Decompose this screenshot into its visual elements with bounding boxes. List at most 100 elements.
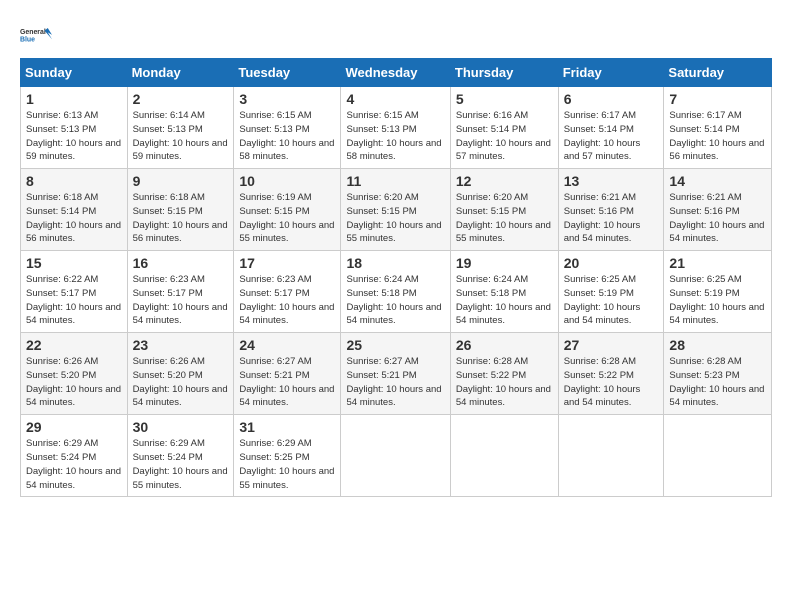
day-number: 11 bbox=[346, 173, 444, 189]
calendar-day-cell: 20 Sunrise: 6:25 AMSunset: 5:19 PMDaylig… bbox=[558, 251, 664, 333]
day-number: 19 bbox=[456, 255, 553, 271]
day-number: 22 bbox=[26, 337, 122, 353]
calendar-day-cell: 19 Sunrise: 6:24 AMSunset: 5:18 PMDaylig… bbox=[450, 251, 558, 333]
calendar-day-cell: 14 Sunrise: 6:21 AMSunset: 5:16 PMDaylig… bbox=[664, 169, 772, 251]
day-info: Sunrise: 6:14 AMSunset: 5:13 PMDaylight:… bbox=[133, 110, 228, 162]
day-number: 20 bbox=[564, 255, 659, 271]
calendar-day-cell: 18 Sunrise: 6:24 AMSunset: 5:18 PMDaylig… bbox=[341, 251, 450, 333]
day-info: Sunrise: 6:27 AMSunset: 5:21 PMDaylight:… bbox=[346, 356, 441, 408]
day-info: Sunrise: 6:16 AMSunset: 5:14 PMDaylight:… bbox=[456, 110, 551, 162]
calendar-day-cell: 31 Sunrise: 6:29 AMSunset: 5:25 PMDaylig… bbox=[234, 415, 341, 497]
logo: General Blue bbox=[20, 20, 52, 52]
calendar-day-cell bbox=[558, 415, 664, 497]
day-info: Sunrise: 6:20 AMSunset: 5:15 PMDaylight:… bbox=[456, 192, 551, 244]
calendar-day-cell: 17 Sunrise: 6:23 AMSunset: 5:17 PMDaylig… bbox=[234, 251, 341, 333]
day-info: Sunrise: 6:22 AMSunset: 5:17 PMDaylight:… bbox=[26, 274, 121, 326]
day-number: 17 bbox=[239, 255, 335, 271]
calendar-day-cell: 24 Sunrise: 6:27 AMSunset: 5:21 PMDaylig… bbox=[234, 333, 341, 415]
day-info: Sunrise: 6:29 AMSunset: 5:25 PMDaylight:… bbox=[239, 438, 334, 490]
weekday-header-cell: Thursday bbox=[450, 59, 558, 87]
calendar-day-cell: 27 Sunrise: 6:28 AMSunset: 5:22 PMDaylig… bbox=[558, 333, 664, 415]
calendar-day-cell: 15 Sunrise: 6:22 AMSunset: 5:17 PMDaylig… bbox=[21, 251, 128, 333]
calendar-week-row: 8 Sunrise: 6:18 AMSunset: 5:14 PMDayligh… bbox=[21, 169, 772, 251]
calendar-body: 1 Sunrise: 6:13 AMSunset: 5:13 PMDayligh… bbox=[21, 87, 772, 497]
day-info: Sunrise: 6:19 AMSunset: 5:15 PMDaylight:… bbox=[239, 192, 334, 244]
day-info: Sunrise: 6:23 AMSunset: 5:17 PMDaylight:… bbox=[133, 274, 228, 326]
day-number: 28 bbox=[669, 337, 766, 353]
day-info: Sunrise: 6:24 AMSunset: 5:18 PMDaylight:… bbox=[346, 274, 441, 326]
day-number: 12 bbox=[456, 173, 553, 189]
day-number: 14 bbox=[669, 173, 766, 189]
day-number: 6 bbox=[564, 91, 659, 107]
day-number: 25 bbox=[346, 337, 444, 353]
day-number: 10 bbox=[239, 173, 335, 189]
calendar-week-row: 1 Sunrise: 6:13 AMSunset: 5:13 PMDayligh… bbox=[21, 87, 772, 169]
day-info: Sunrise: 6:29 AMSunset: 5:24 PMDaylight:… bbox=[26, 438, 121, 490]
calendar-day-cell: 29 Sunrise: 6:29 AMSunset: 5:24 PMDaylig… bbox=[21, 415, 128, 497]
calendar-day-cell: 12 Sunrise: 6:20 AMSunset: 5:15 PMDaylig… bbox=[450, 169, 558, 251]
day-number: 21 bbox=[669, 255, 766, 271]
calendar-table: SundayMondayTuesdayWednesdayThursdayFrid… bbox=[20, 58, 772, 497]
day-info: Sunrise: 6:18 AMSunset: 5:15 PMDaylight:… bbox=[133, 192, 228, 244]
day-number: 3 bbox=[239, 91, 335, 107]
day-info: Sunrise: 6:17 AMSunset: 5:14 PMDaylight:… bbox=[564, 110, 641, 162]
calendar-week-row: 15 Sunrise: 6:22 AMSunset: 5:17 PMDaylig… bbox=[21, 251, 772, 333]
day-info: Sunrise: 6:25 AMSunset: 5:19 PMDaylight:… bbox=[564, 274, 641, 326]
calendar-day-cell: 26 Sunrise: 6:28 AMSunset: 5:22 PMDaylig… bbox=[450, 333, 558, 415]
weekday-header-cell: Friday bbox=[558, 59, 664, 87]
day-number: 8 bbox=[26, 173, 122, 189]
day-info: Sunrise: 6:29 AMSunset: 5:24 PMDaylight:… bbox=[133, 438, 228, 490]
calendar-day-cell: 1 Sunrise: 6:13 AMSunset: 5:13 PMDayligh… bbox=[21, 87, 128, 169]
calendar-day-cell: 7 Sunrise: 6:17 AMSunset: 5:14 PMDayligh… bbox=[664, 87, 772, 169]
svg-text:General: General bbox=[20, 29, 46, 36]
calendar-day-cell: 28 Sunrise: 6:28 AMSunset: 5:23 PMDaylig… bbox=[664, 333, 772, 415]
header: General Blue bbox=[20, 20, 772, 52]
calendar-day-cell: 6 Sunrise: 6:17 AMSunset: 5:14 PMDayligh… bbox=[558, 87, 664, 169]
calendar-day-cell: 16 Sunrise: 6:23 AMSunset: 5:17 PMDaylig… bbox=[127, 251, 234, 333]
day-number: 31 bbox=[239, 419, 335, 435]
calendar-day-cell: 11 Sunrise: 6:20 AMSunset: 5:15 PMDaylig… bbox=[341, 169, 450, 251]
day-info: Sunrise: 6:20 AMSunset: 5:15 PMDaylight:… bbox=[346, 192, 441, 244]
day-number: 23 bbox=[133, 337, 229, 353]
day-info: Sunrise: 6:28 AMSunset: 5:22 PMDaylight:… bbox=[564, 356, 641, 408]
calendar-day-cell: 21 Sunrise: 6:25 AMSunset: 5:19 PMDaylig… bbox=[664, 251, 772, 333]
day-info: Sunrise: 6:26 AMSunset: 5:20 PMDaylight:… bbox=[26, 356, 121, 408]
calendar-day-cell: 8 Sunrise: 6:18 AMSunset: 5:14 PMDayligh… bbox=[21, 169, 128, 251]
day-info: Sunrise: 6:24 AMSunset: 5:18 PMDaylight:… bbox=[456, 274, 551, 326]
day-number: 2 bbox=[133, 91, 229, 107]
day-info: Sunrise: 6:25 AMSunset: 5:19 PMDaylight:… bbox=[669, 274, 764, 326]
day-info: Sunrise: 6:18 AMSunset: 5:14 PMDaylight:… bbox=[26, 192, 121, 244]
day-number: 5 bbox=[456, 91, 553, 107]
weekday-header-cell: Tuesday bbox=[234, 59, 341, 87]
day-number: 16 bbox=[133, 255, 229, 271]
day-info: Sunrise: 6:17 AMSunset: 5:14 PMDaylight:… bbox=[669, 110, 764, 162]
day-number: 26 bbox=[456, 337, 553, 353]
calendar-day-cell: 4 Sunrise: 6:15 AMSunset: 5:13 PMDayligh… bbox=[341, 87, 450, 169]
day-info: Sunrise: 6:15 AMSunset: 5:13 PMDaylight:… bbox=[346, 110, 441, 162]
calendar-day-cell: 3 Sunrise: 6:15 AMSunset: 5:13 PMDayligh… bbox=[234, 87, 341, 169]
day-info: Sunrise: 6:28 AMSunset: 5:22 PMDaylight:… bbox=[456, 356, 551, 408]
day-number: 15 bbox=[26, 255, 122, 271]
day-number: 18 bbox=[346, 255, 444, 271]
day-number: 1 bbox=[26, 91, 122, 107]
day-info: Sunrise: 6:23 AMSunset: 5:17 PMDaylight:… bbox=[239, 274, 334, 326]
day-number: 13 bbox=[564, 173, 659, 189]
day-info: Sunrise: 6:15 AMSunset: 5:13 PMDaylight:… bbox=[239, 110, 334, 162]
day-info: Sunrise: 6:27 AMSunset: 5:21 PMDaylight:… bbox=[239, 356, 334, 408]
calendar-day-cell: 5 Sunrise: 6:16 AMSunset: 5:14 PMDayligh… bbox=[450, 87, 558, 169]
day-number: 7 bbox=[669, 91, 766, 107]
calendar-week-row: 22 Sunrise: 6:26 AMSunset: 5:20 PMDaylig… bbox=[21, 333, 772, 415]
calendar-day-cell bbox=[341, 415, 450, 497]
day-info: Sunrise: 6:28 AMSunset: 5:23 PMDaylight:… bbox=[669, 356, 764, 408]
calendar-day-cell bbox=[450, 415, 558, 497]
calendar-day-cell: 9 Sunrise: 6:18 AMSunset: 5:15 PMDayligh… bbox=[127, 169, 234, 251]
calendar-day-cell: 2 Sunrise: 6:14 AMSunset: 5:13 PMDayligh… bbox=[127, 87, 234, 169]
weekday-header-cell: Wednesday bbox=[341, 59, 450, 87]
day-number: 9 bbox=[133, 173, 229, 189]
svg-text:Blue: Blue bbox=[20, 36, 35, 43]
weekday-header-cell: Monday bbox=[127, 59, 234, 87]
calendar-week-row: 29 Sunrise: 6:29 AMSunset: 5:24 PMDaylig… bbox=[21, 415, 772, 497]
weekday-header-cell: Saturday bbox=[664, 59, 772, 87]
calendar-day-cell: 10 Sunrise: 6:19 AMSunset: 5:15 PMDaylig… bbox=[234, 169, 341, 251]
calendar-day-cell: 23 Sunrise: 6:26 AMSunset: 5:20 PMDaylig… bbox=[127, 333, 234, 415]
